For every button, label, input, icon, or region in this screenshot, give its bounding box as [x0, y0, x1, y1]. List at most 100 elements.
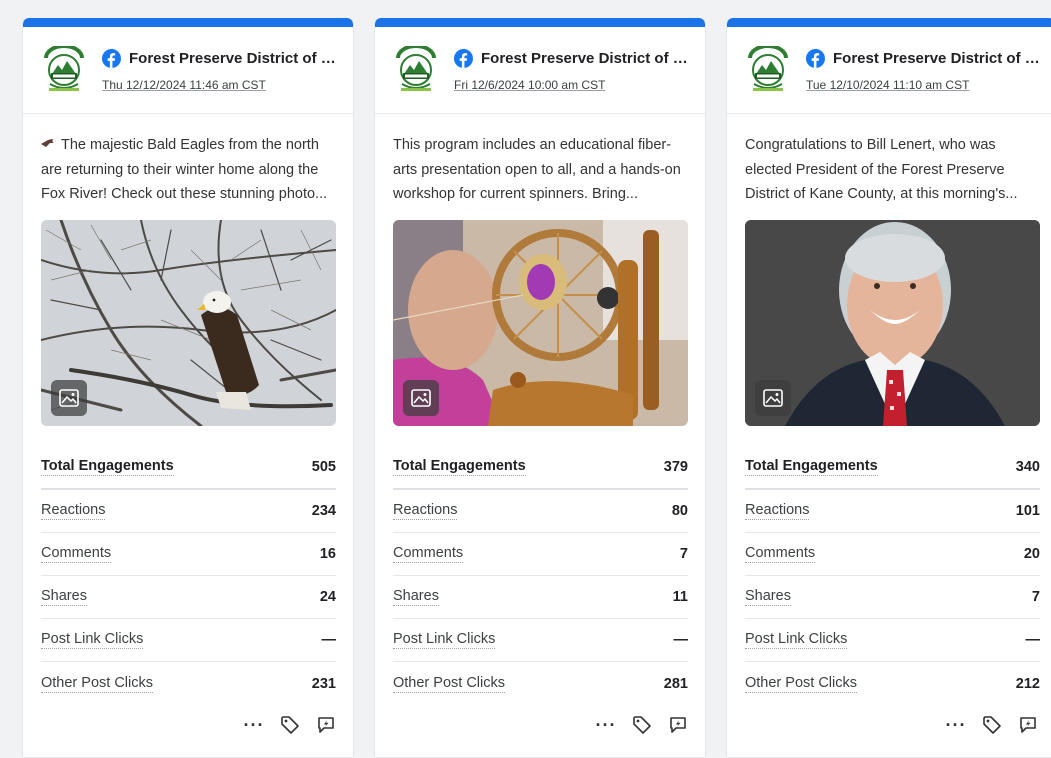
post-image-portrait[interactable] [745, 220, 1040, 426]
metric-shares: Shares 7 [745, 576, 1040, 619]
post-date-link[interactable]: Tue 12/10/2024 11:10 am CST [806, 78, 969, 92]
metric-label[interactable]: Shares [393, 588, 439, 606]
metric-label[interactable]: Post Link Clicks [41, 631, 144, 649]
metric-value: 80 [671, 503, 688, 519]
metric-comments: Comments 7 [393, 533, 688, 576]
facebook-icon [102, 49, 121, 68]
more-dots-icon[interactable]: ··· [595, 714, 617, 736]
metric-shares: Shares 11 [393, 576, 688, 619]
metric-value: 7 [1031, 589, 1040, 605]
metric-reactions: Reactions 234 [41, 490, 336, 533]
metric-label[interactable]: Comments [393, 545, 464, 563]
metric-value: 379 [663, 459, 688, 475]
post-text: This program includes an educational fib… [393, 137, 681, 202]
metric-value: 505 [311, 459, 336, 475]
metric-label[interactable]: Total Engagements [745, 458, 878, 476]
metric-label[interactable]: Other Post Clicks [41, 675, 153, 693]
card-actions: ··· [945, 714, 1039, 736]
post-image-spinning-wheel[interactable] [393, 220, 688, 426]
metric-other-post-clicks: Other Post Clicks 281 [393, 662, 688, 705]
boost-icon[interactable] [315, 714, 337, 736]
card-actions: ··· [243, 714, 337, 736]
metric-total-engagements: Total Engagements 379 [393, 446, 688, 490]
metric-post-link-clicks: Post Link Clicks — [745, 619, 1040, 662]
metric-label[interactable]: Shares [745, 588, 791, 606]
metric-label[interactable]: Shares [41, 588, 87, 606]
tag-icon[interactable] [981, 714, 1003, 736]
tag-icon[interactable] [631, 714, 653, 736]
metric-label[interactable]: Total Engagements [41, 458, 174, 476]
eagle-emoji-icon [41, 139, 56, 147]
facebook-icon [806, 49, 825, 68]
metric-label[interactable]: Post Link Clicks [393, 631, 496, 649]
metric-value: 212 [1015, 675, 1040, 692]
metrics-table: Total Engagements 505 Reactions 234 Commen… [41, 446, 336, 705]
metrics-table: Total Engagements 379 Reactions 80 Comment… [393, 446, 688, 705]
post-image-eagle[interactable] [41, 220, 336, 426]
kane-county-logo [748, 46, 788, 91]
metric-comments: Comments 20 [745, 533, 1040, 576]
metric-label[interactable]: Reactions [393, 502, 458, 520]
metric-value: 16 [319, 546, 336, 562]
metric-label[interactable]: Reactions [745, 502, 810, 520]
post-date-link[interactable]: Fri 12/6/2024 10:00 am CST [454, 78, 605, 92]
metric-reactions: Reactions 80 [393, 490, 688, 533]
card-accent-bar [727, 18, 1051, 27]
metric-reactions: Reactions 101 [745, 490, 1040, 533]
image-type-badge [403, 380, 439, 416]
post-card: Forest Preserve District of K... Tue 12/… [726, 18, 1051, 758]
more-dots-icon[interactable]: ··· [945, 714, 967, 736]
card-header: Forest Preserve District of K... Tue 12/… [727, 27, 1051, 114]
metric-label[interactable]: Other Post Clicks [745, 675, 857, 693]
metric-other-post-clicks: Other Post Clicks 231 [41, 662, 336, 705]
metric-post-link-clicks: Post Link Clicks — [41, 619, 336, 662]
post-card: Forest Preserve District of K... Fri 12/… [374, 18, 706, 758]
post-text-content: The majestic Bald Eagles from the north … [41, 137, 328, 202]
metric-label[interactable]: Reactions [41, 502, 106, 520]
metric-value: 281 [663, 675, 688, 692]
account-name: Forest Preserve District of K... [833, 50, 1048, 67]
metric-value: 101 [1015, 503, 1040, 519]
account-name: Forest Preserve District of K... [129, 50, 344, 67]
image-icon [763, 389, 783, 407]
metric-other-post-clicks: Other Post Clicks 212 [745, 662, 1040, 705]
card-header: Forest Preserve District of K... Fri 12/… [375, 27, 705, 114]
image-type-badge [755, 380, 791, 416]
card-accent-bar [23, 18, 353, 27]
metric-label[interactable]: Total Engagements [393, 458, 526, 476]
image-type-badge [51, 380, 87, 416]
metric-value: 20 [1023, 546, 1040, 562]
metrics-table: Total Engagements 340 Reactions 101 Commen… [745, 446, 1040, 705]
account-name: Forest Preserve District of K... [481, 50, 696, 67]
post-date-link[interactable]: Thu 12/12/2024 11:46 am CST [102, 78, 266, 92]
metric-value: 234 [311, 503, 336, 519]
more-dots-icon[interactable]: ··· [243, 714, 265, 736]
card-accent-bar [375, 18, 705, 27]
card-header: Forest Preserve District of K... Thu 12/… [23, 27, 353, 114]
metric-value: 24 [319, 589, 336, 605]
metric-value: — [673, 632, 689, 648]
metric-label[interactable]: Post Link Clicks [745, 631, 848, 649]
kane-county-logo [396, 46, 436, 91]
metric-comments: Comments 16 [41, 533, 336, 576]
metric-value: — [321, 632, 337, 648]
kane-county-logo [44, 46, 84, 91]
boost-icon[interactable] [1017, 714, 1039, 736]
tag-icon[interactable] [279, 714, 301, 736]
metric-value: — [1025, 632, 1041, 648]
metric-label[interactable]: Comments [745, 545, 816, 563]
metric-value: 11 [672, 589, 688, 605]
boost-icon[interactable] [667, 714, 689, 736]
metric-label[interactable]: Other Post Clicks [393, 675, 505, 693]
metric-value: 340 [1015, 459, 1040, 475]
metric-value: 231 [311, 675, 336, 692]
metric-label[interactable]: Comments [41, 545, 112, 563]
metric-shares: Shares 24 [41, 576, 336, 619]
metric-post-link-clicks: Post Link Clicks — [393, 619, 688, 662]
post-card: Forest Preserve District of K... Thu 12/… [22, 18, 354, 758]
post-text: Congratulations to Bill Lenert, who was … [745, 137, 1018, 202]
metric-value: 7 [679, 546, 688, 562]
metric-total-engagements: Total Engagements 505 [41, 446, 336, 490]
card-actions: ··· [595, 714, 689, 736]
facebook-icon [454, 49, 473, 68]
